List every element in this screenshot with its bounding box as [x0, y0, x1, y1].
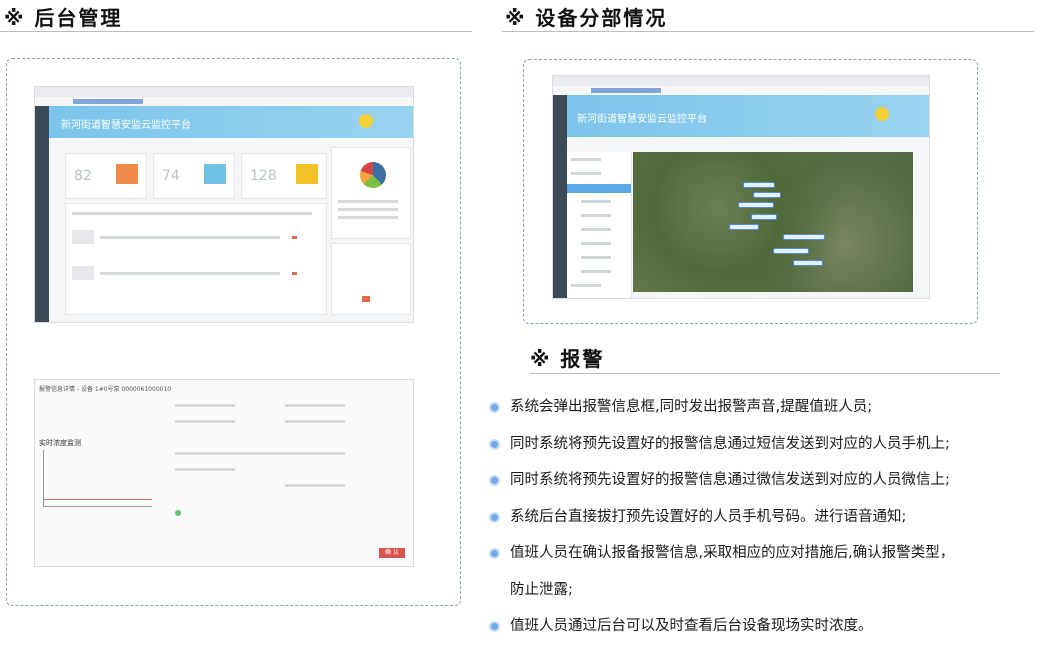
- stat-number-2: 74: [162, 168, 180, 184]
- alarm-feature-item: 同时系统将预先设置好的报警信息通过短信发送到对应的人员手机上;: [485, 426, 1055, 463]
- dashboard-platform-title: 新河街道智慧安监云监控平台: [61, 120, 191, 131]
- map-left-rail: [553, 95, 567, 298]
- pie-chart-icon: [360, 162, 386, 188]
- map-banner: 新河街道智慧安监云监控平台: [567, 95, 929, 137]
- stat-card-2: 74: [153, 153, 235, 199]
- alarm-feature-item: 值班人员在确认报备报警信息,采取相应的应对措施后,确认报警类型，: [485, 535, 1055, 572]
- equipment-section-title: ※ 设备分部情况: [505, 6, 668, 30]
- backend-title-divider: [0, 31, 472, 32]
- side-bar-card: [331, 243, 411, 315]
- map-platform-title: 新河街道智慧安监云监控平台: [577, 114, 707, 125]
- stat-tile-blue: [204, 164, 226, 184]
- satellite-map[interactable]: [633, 152, 913, 292]
- stat-card-1: 82: [65, 153, 147, 199]
- map-side-menu: [567, 152, 632, 298]
- stat-tile-orange: [116, 164, 138, 184]
- sun-icon: [359, 114, 373, 128]
- bullet-icon: [489, 438, 500, 450]
- sun-icon: [875, 107, 889, 121]
- map-marker[interactable]: [753, 192, 781, 198]
- map-marker[interactable]: [729, 224, 759, 230]
- stat-card-3: 128: [241, 153, 327, 199]
- alarm-title-divider: [530, 373, 1000, 374]
- dashboard-left-rail: [35, 106, 49, 322]
- alarm-feature-item: 值班人员通过后台可以及时查看后台设备现场实时浓度。: [485, 608, 1055, 645]
- dashboard-banner: 新河街道智慧安监云监控平台: [49, 106, 413, 138]
- concentration-chart-title: 实时浓度监测: [39, 439, 81, 447]
- bullet-icon: [489, 402, 500, 413]
- alarm-feature-item: 系统后台直接拔打预先设置好的人员手机号码。进行语音通知;: [485, 499, 1055, 536]
- backend-screenshots-frame: 新河街道智慧安监云监控平台 82 74 128 报警信息详情 - 设备 1#0号…: [6, 58, 461, 606]
- bullet-icon: [489, 548, 500, 559]
- backend-section-title: ※ 后台管理: [4, 6, 123, 30]
- stat-tile-yellow: [296, 164, 318, 184]
- alarm-section-title: ※ 报警: [530, 347, 605, 371]
- dashboard-screenshot: 新河街道智慧安监云监控平台 82 74 128: [34, 86, 414, 323]
- alarm-feature-item-continuation: 防止泄露;: [510, 581, 573, 598]
- side-menu-selected[interactable]: [567, 184, 631, 193]
- concentration-chart: [43, 450, 152, 507]
- map-marker[interactable]: [738, 202, 774, 208]
- alarm-feature-item: 系统会弹出报警信息框,同时发出报警声音,提醒值班人员;: [485, 389, 1055, 426]
- equipment-screenshot-frame: 新河街道智慧安监云监控平台: [523, 59, 978, 324]
- map-screenshot: 新河街道智慧安监云监控平台: [552, 75, 930, 299]
- bullet-icon: [489, 621, 500, 632]
- pie-card: [331, 147, 411, 239]
- bullet-icon: [489, 475, 500, 486]
- radio-icon: [175, 510, 181, 516]
- map-marker[interactable]: [793, 260, 823, 266]
- equipment-title-divider: [502, 31, 1034, 32]
- map-marker[interactable]: [743, 182, 775, 188]
- map-marker[interactable]: [773, 248, 809, 254]
- confirm-button[interactable]: 确 认: [379, 548, 405, 558]
- dialog-form: [175, 402, 405, 520]
- dialog-title: 报警信息详情 - 设备 1#0号泵 0000061000010: [39, 386, 172, 393]
- alarm-feature-item: 同时系统将预先设置好的报警信息通过微信发送到对应的人员微信上;: [485, 462, 1055, 499]
- alarm-dialog-screenshot: 报警信息详情 - 设备 1#0号泵 0000061000010 实时浓度监测 确…: [34, 379, 414, 567]
- stat-number-3: 128: [250, 168, 277, 184]
- stat-number-1: 82: [74, 168, 92, 184]
- map-marker[interactable]: [751, 214, 777, 220]
- map-marker[interactable]: [783, 234, 825, 240]
- alarm-table-card: [65, 203, 327, 315]
- alarm-feature-list: 系统会弹出报警信息框,同时发出报警声音,提醒值班人员; 同时系统将预先设置好的报…: [485, 389, 1055, 645]
- bullet-icon: [489, 511, 500, 523]
